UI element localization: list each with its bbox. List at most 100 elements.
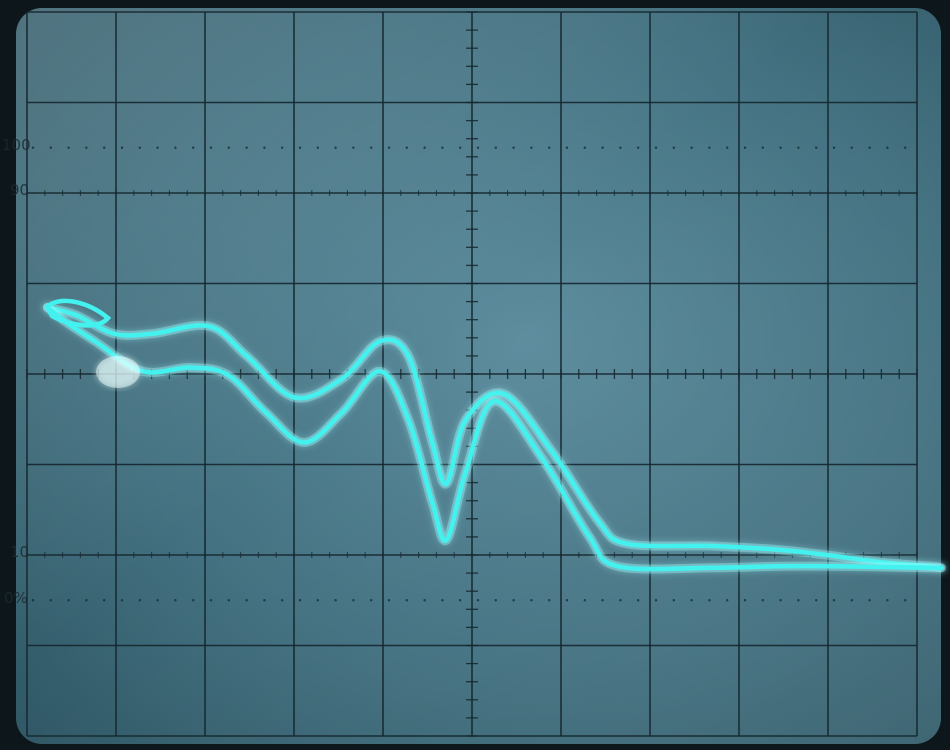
reference-dot-0 (690, 599, 693, 602)
reference-dot-0 (815, 599, 818, 602)
reference-dot-0 (263, 599, 266, 602)
reference-dot-100 (227, 146, 230, 149)
reference-dot-100 (815, 146, 818, 149)
reference-dot-100 (619, 146, 622, 149)
reference-dot-0 (245, 599, 248, 602)
reference-dot-100 (726, 146, 729, 149)
reference-dot-100 (690, 146, 693, 149)
reference-dot-100 (174, 146, 177, 149)
reference-dot-100 (103, 146, 106, 149)
reference-dot-0 (405, 599, 408, 602)
reference-dot-100 (850, 146, 853, 149)
reference-dot-0 (459, 599, 462, 602)
reference-dot-100 (904, 146, 907, 149)
reference-dot-0 (708, 599, 711, 602)
reference-dot-100 (352, 146, 355, 149)
reference-dot-0 (156, 599, 159, 602)
reference-dot-0 (174, 599, 177, 602)
reference-dot-0 (423, 599, 426, 602)
reference-dot-0 (779, 599, 782, 602)
reference-dot-100 (530, 146, 533, 149)
reference-dot-100 (583, 146, 586, 149)
reference-dot-0 (672, 599, 675, 602)
reference-dot-0 (761, 599, 764, 602)
reference-dot-100 (370, 146, 373, 149)
reference-dot-0 (31, 599, 35, 602)
reference-dot-100 (209, 146, 213, 149)
reference-dot-0 (298, 599, 302, 602)
reference-dot-100 (565, 146, 569, 149)
reference-dot-100 (743, 146, 747, 149)
reference-dot-100 (548, 146, 551, 149)
reference-dot-100 (387, 146, 391, 149)
reference-dot-0 (583, 599, 586, 602)
reference-dot-0 (601, 599, 604, 602)
reference-dot-0 (548, 599, 551, 602)
reference-dot-0 (370, 599, 373, 602)
reference-dot-0 (565, 599, 569, 602)
reference-dot-0 (441, 599, 444, 602)
reference-dot-0 (637, 599, 640, 602)
reference-dot-0 (120, 599, 124, 602)
reference-dot-100 (654, 146, 658, 149)
reference-dot-100 (494, 146, 497, 149)
reference-dot-100 (779, 146, 782, 149)
reference-dot-100 (761, 146, 764, 149)
reference-dot-100 (316, 146, 319, 149)
reference-dot-0 (476, 599, 480, 602)
reference-dot-0 (886, 599, 889, 602)
reference-dot-0 (67, 599, 70, 602)
reference-dot-0 (49, 599, 52, 602)
phosphor-hotspot (96, 356, 140, 388)
reference-dot-100 (405, 146, 408, 149)
reference-dot-100 (832, 146, 836, 149)
reference-dot-100 (512, 146, 515, 149)
reference-dot-0 (192, 599, 195, 602)
reference-dot-0 (850, 599, 853, 602)
reference-dot-0 (227, 599, 230, 602)
reference-dot-0 (654, 599, 658, 602)
reference-dot-0 (387, 599, 391, 602)
reference-dot-100 (797, 146, 800, 149)
reference-dot-100 (67, 146, 70, 149)
reference-dot-100 (156, 146, 159, 149)
reference-dot-0 (512, 599, 515, 602)
reference-dot-0 (832, 599, 836, 602)
reference-dot-100 (281, 146, 284, 149)
reference-dot-100 (138, 146, 141, 149)
reference-dot-100 (601, 146, 604, 149)
scale-label-100: 100 (2, 136, 31, 154)
reference-dot-0 (619, 599, 622, 602)
reference-dot-100 (708, 146, 711, 149)
reference-dot-0 (530, 599, 533, 602)
reference-dot-0 (209, 599, 213, 602)
reference-dot-0 (281, 599, 284, 602)
reference-dot-100 (637, 146, 640, 149)
reference-dot-100 (263, 146, 266, 149)
reference-dot-100 (31, 146, 35, 149)
crt-screen: 100 90 10 0% (0, 0, 950, 750)
reference-dot-0 (797, 599, 800, 602)
reference-dot-0 (85, 599, 88, 602)
reference-dot-100 (476, 146, 480, 149)
reference-dot-100 (441, 146, 444, 149)
reference-dot-100 (868, 146, 871, 149)
reference-dot-100 (85, 146, 88, 149)
reference-dot-100 (245, 146, 248, 149)
scale-label-10: 10 (10, 543, 29, 561)
oscilloscope-display: 100 90 10 0% (0, 0, 950, 750)
reference-dot-100 (459, 146, 462, 149)
reference-dot-100 (192, 146, 195, 149)
reference-dot-0 (334, 599, 337, 602)
reference-dot-100 (49, 146, 52, 149)
reference-dot-100 (672, 146, 675, 149)
reference-dot-0 (352, 599, 355, 602)
reference-dot-100 (334, 146, 337, 149)
reference-dot-0 (726, 599, 729, 602)
reference-dot-0 (103, 599, 106, 602)
reference-dot-100 (298, 146, 302, 149)
reference-dot-0 (868, 599, 871, 602)
reference-dot-0 (494, 599, 497, 602)
reference-dot-100 (120, 146, 124, 149)
reference-dot-0 (316, 599, 319, 602)
